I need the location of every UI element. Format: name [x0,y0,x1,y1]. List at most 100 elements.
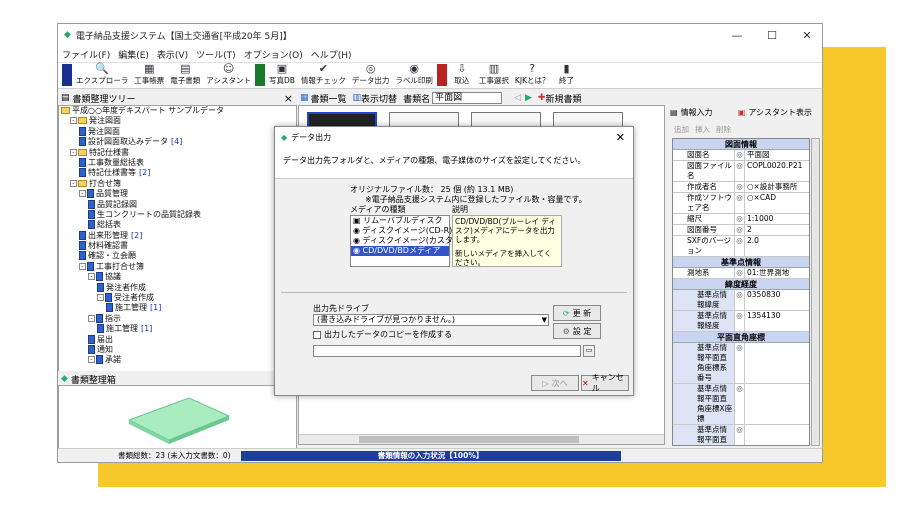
media-option[interactable]: ◉ CD/DVD/BDメディア [351,246,449,256]
info-row-value[interactable]: ○×CAD [745,193,809,213]
dialog-close-button[interactable]: ✕ [616,131,625,144]
info-row[interactable]: 縮尺 ◎ 1:1000 [673,214,809,225]
maximize-button[interactable]: ☐ [757,29,787,42]
tree-node[interactable]: 品質記録図 [59,199,296,210]
info-row-value[interactable]: ○×設計事務所 [745,182,809,192]
tree-pane-close[interactable]: × [284,92,293,105]
info-row-value[interactable]: COPL0020.P21 [745,161,809,181]
info-row[interactable]: 測地系 ◎ 01:世界測地 [673,268,809,279]
tree-node[interactable]: 総括表 [59,220,296,230]
assistant-display-button[interactable]: アシスタント表示 [748,107,812,118]
doc-type-select[interactable]: 平面図 [432,92,503,104]
tree-node[interactable]: 発注者作成 [59,282,296,293]
toolbar-import-button[interactable]: ⇩ 取込 [449,63,475,86]
expand-toggle-icon[interactable]: - [88,314,95,322]
toolbar-label-print-button[interactable]: ◉ ラベル印刷 [393,63,435,86]
info-row[interactable]: 基準点情報平面直角座標X座標 ◎ [673,384,809,425]
tree-node[interactable]: 届出 [59,334,296,345]
tree-node[interactable]: 通知 [59,344,296,355]
toolbar-ledger-button[interactable]: ▦ 工事帳票 [132,63,166,86]
expand-toggle-icon[interactable]: - [88,273,95,281]
media-option[interactable]: ◉ ディスクイメージ(カスタム) [351,236,464,246]
toolbar-assistant-button[interactable]: ☺ アシスタント [204,63,253,86]
document-tray[interactable] [58,385,297,451]
copy-option[interactable]: 出力したデータのコピーを作成する [313,329,452,340]
tree-node[interactable]: 確認・立会願 [59,251,296,261]
tree-node[interactable]: 特記仕様書等 [2] [59,168,296,178]
menu-item[interactable]: 表示(V) [157,48,188,61]
toolbar-photo-button[interactable]: ▣ 写真DB [267,63,297,86]
tree-node[interactable]: - 指示 [59,313,296,324]
nav-prev-icon[interactable]: ◁ [514,93,521,103]
expand-toggle-icon[interactable]: - [70,148,77,156]
next-button[interactable]: ▷ 次へ [531,375,579,391]
menu-item[interactable]: オプション(O) [244,48,303,61]
info-row-value[interactable]: 1:1000 [745,214,809,224]
tree-node[interactable]: 工事数量総括表 [59,157,296,168]
info-row[interactable]: 作成者名 ◎ ○×設計事務所 [673,182,809,193]
menu-item[interactable]: ヘルプ(H) [311,48,352,61]
info-row[interactable]: 基準点情報経度 ◎ 1354130 [673,311,809,332]
close-button[interactable]: ✕ [792,29,822,42]
info-row[interactable]: 作成ソフトウェア名 ◎ ○×CAD [673,193,809,214]
info-row[interactable]: 図面名 ◎ 平面図 [673,150,809,161]
toolbar-exit-button[interactable]: ▮ 終了 [553,63,579,86]
info-row[interactable]: 基準点情報平面直角座標Y座標◎ [673,425,809,445]
tree-node[interactable]: 施工管理 [1] [59,324,296,334]
toolbar-document-button[interactable]: ▤ 電子書類 [168,63,202,86]
media-list[interactable]: ▣ リムーバブルディスク ◉ ディスクイメージ(CD-R) ◉ ディスクイメージ(カ… [350,215,464,267]
info-row-value[interactable]: 2.0 [745,236,809,256]
info-scrollbar[interactable] [811,138,820,446]
info-row-value[interactable] [745,384,809,424]
expand-toggle-icon[interactable]: - [70,117,77,125]
copy-path-input[interactable] [313,345,581,357]
expand-toggle-icon[interactable]: - [88,356,95,364]
tree-node[interactable]: 出来形管理 [2] [59,230,296,241]
tree-node[interactable]: - 品質管理 [59,189,296,199]
tree-node[interactable]: 施工管理 [1] [59,303,296,313]
tree-node[interactable]: 発注図面 [59,126,296,137]
delete-row-button[interactable]: 削除 [716,124,731,135]
expand-toggle-icon[interactable]: - [70,179,77,187]
media-option[interactable]: ▣ リムーバブルディスク [351,216,449,226]
toolbar-output-button[interactable]: ◎ データ出力 [350,63,392,86]
tree-node[interactable]: 生コンクリートの品質記録表 [59,209,296,220]
tree-node[interactable]: 材料確認書 [59,241,296,251]
expand-toggle-icon[interactable]: - [79,190,86,198]
toolbar-check-button[interactable]: ✔ 情報チェック [299,63,348,86]
info-row-value[interactable]: 01:世界測地 [745,268,809,278]
document-tree[interactable]: 平成○○年度デキスパート サンプルデータ - 発注図面 発注図面 設計図面取込みデータ[… [58,105,297,375]
info-row-value[interactable] [745,425,809,445]
info-grid[interactable]: 図面情報 図面名 ◎ 平面図 図面ファイル名 ◎ COPL0020.P21 作成者名 ◎ ○×設計… [672,138,810,446]
tree-node[interactable]: - 協議 [59,272,296,282]
drive-select[interactable]: (書き込みドライブが見つかりません。) ▼ [313,314,549,326]
media-option[interactable]: ◉ ディスクイメージ(CD-R) [351,226,452,236]
info-row-value[interactable]: 平面図 [745,150,809,160]
toolbar-explorer-button[interactable]: 🔍 エクスプローラ [74,63,130,86]
info-row-value[interactable]: 2 [745,225,809,235]
info-row[interactable]: 基準点情報平面直角座標系番号 ◎ [673,343,809,384]
info-row-value[interactable]: 0350830 [745,290,809,310]
tree-node[interactable]: - 打合せ簿 [59,179,296,189]
settings-button[interactable]: ⚙ 設 定 [553,323,601,339]
minimize-button[interactable]: — [722,29,752,42]
toolbar-project-select-button[interactable]: ▥ 工事選択 [477,63,511,86]
tree-node[interactable]: 平成○○年度デキスパート サンプルデータ [59,106,296,116]
info-row[interactable]: 基準点情報緯度 ◎ 0350830 [673,290,809,311]
cancel-button[interactable]: ✕ キャンセル [581,373,629,393]
info-row-value[interactable] [745,343,809,383]
info-row[interactable]: 図面番号 ◎ 2 [673,225,809,236]
tree-node[interactable]: 設計図面取込みデータ [4] [59,137,296,147]
new-doc-button[interactable]: 新規書類 [545,92,581,105]
menu-item[interactable]: 編集(E) [118,48,149,61]
expand-toggle-icon[interactable]: - [79,262,86,270]
list-button[interactable]: 書類一覧 [311,92,347,105]
toolbar-help-button[interactable]: ? KJKとは？ [513,63,552,86]
toggle-view-button[interactable]: 表示切替 [361,92,397,105]
menu-item[interactable]: ファイル(F) [62,48,110,61]
tree-node[interactable]: - 受注者作成 [59,293,296,303]
folder-browse-icon[interactable]: ▭ [583,345,595,357]
expand-toggle-icon[interactable]: - [97,294,104,302]
menu-item[interactable]: ツール(T) [196,48,236,61]
tree-node[interactable]: - 特記仕様書 [59,148,296,158]
